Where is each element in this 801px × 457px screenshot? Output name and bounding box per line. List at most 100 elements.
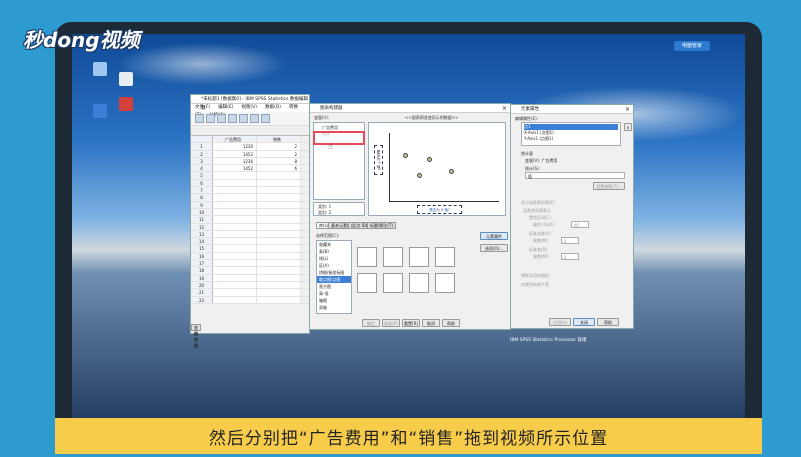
data-cell[interactable] <box>213 274 257 281</box>
data-cell[interactable]: 2 <box>257 150 301 157</box>
desktop-icon-app[interactable] <box>108 97 144 113</box>
data-cell[interactable] <box>257 267 301 274</box>
save-icon[interactable] <box>206 114 215 123</box>
column-header-sales[interactable]: 销售 <box>257 136 301 143</box>
options-button[interactable]: 选项(O)... <box>480 244 508 252</box>
menu-edit[interactable]: 编辑(E) <box>218 105 233 110</box>
data-cell[interactable] <box>213 245 257 252</box>
gallery-thumb-dotplot[interactable] <box>383 273 403 293</box>
chart-canvas[interactable]: 是否为 Y 轴? 是否为 X 轴? <box>368 122 506 216</box>
table-row[interactable]: 1 1230 2 <box>191 143 309 151</box>
close-icon[interactable]: × <box>625 105 630 114</box>
desktop-corner-button[interactable]: 电脑管家 <box>674 41 710 51</box>
table-row[interactable]: 12 <box>191 223 309 231</box>
data-cell[interactable]: 8 <box>257 157 301 165</box>
data-cell[interactable] <box>257 252 301 260</box>
data-cell[interactable] <box>257 201 301 208</box>
level-field[interactable]: 95 <box>571 221 589 228</box>
gallery-type-item[interactable]: 区(A) <box>317 262 351 269</box>
table-row[interactable]: 9 <box>191 201 309 209</box>
data-cell[interactable]: 1230 <box>213 143 257 150</box>
data-cell[interactable] <box>213 223 257 230</box>
table-row[interactable]: 8 <box>191 194 309 202</box>
y-axis-drop-zone[interactable]: 是否为 Y 轴? <box>374 145 383 175</box>
data-cell[interactable] <box>257 238 301 245</box>
data-cell[interactable] <box>213 216 257 223</box>
gallery-type-item[interactable]: 直方图 <box>317 283 351 290</box>
desktop-icon-file[interactable] <box>108 72 144 88</box>
tab-titles-footnotes[interactable]: 标题/脚注(T) <box>367 222 396 229</box>
data-cell[interactable] <box>213 238 257 245</box>
close-icon[interactable]: × <box>502 104 507 113</box>
error-bars-checkbox[interactable]: 显示误差条形图(E) <box>521 200 555 206</box>
x-axis-drop-zone[interactable]: 是否为 X 轴? <box>417 205 462 214</box>
dialog-recall-icon[interactable] <box>228 114 237 123</box>
table-row[interactable]: 13 <box>191 230 309 239</box>
data-cell[interactable] <box>213 230 257 238</box>
data-cell[interactable] <box>257 296 301 303</box>
paste-button[interactable]: 粘贴(P) <box>382 319 400 327</box>
gallery-type-item[interactable]: 收藏夹 <box>317 241 351 248</box>
gallery-thumb-3d-scatter[interactable] <box>409 247 429 267</box>
gallery-thumb-grouped-scatter[interactable] <box>383 247 403 267</box>
open-icon[interactable] <box>195 114 204 123</box>
gallery-type-item[interactable]: 散点图/点图 <box>317 276 351 283</box>
element-properties-button[interactable]: 元素属性 <box>480 232 508 240</box>
table-row[interactable]: 2 1452 2 <box>191 150 309 158</box>
reset-button[interactable]: 重置(R) <box>402 319 420 327</box>
multiplier-field-1[interactable]: 2 <box>561 237 579 244</box>
valid-cases-checkbox[interactable]: 仅使用有效个案 <box>521 282 549 288</box>
table-row[interactable]: 17 <box>191 260 309 268</box>
gallery-type-item[interactable]: 线(L) <box>317 255 351 262</box>
data-cell[interactable] <box>257 187 301 194</box>
apply-button[interactable]: 应用(A) <box>549 318 571 326</box>
data-cell[interactable] <box>257 260 301 267</box>
menu-view[interactable]: 视图(V) <box>241 105 257 110</box>
delete-x-icon[interactable]: × <box>624 123 632 131</box>
data-cell[interactable] <box>213 260 257 267</box>
data-cell[interactable] <box>213 179 257 187</box>
gallery-thumb-summary-point[interactable] <box>435 247 455 267</box>
gallery-thumb-simple-scatter[interactable] <box>357 247 377 267</box>
table-row[interactable]: 4 1452 6 <box>191 165 309 173</box>
table-row[interactable]: 7 <box>191 187 309 195</box>
close-button[interactable]: 关闭 <box>573 318 595 326</box>
data-cell[interactable] <box>257 216 301 223</box>
gallery-thumb-matrix[interactable] <box>409 273 429 293</box>
table-row[interactable]: 22 <box>191 296 309 304</box>
table-row[interactable]: 16 <box>191 252 309 261</box>
table-row[interactable]: 5 <box>191 172 309 180</box>
gallery-type-item[interactable]: 双轴 <box>317 304 351 311</box>
help-button[interactable]: 帮助 <box>442 319 460 327</box>
data-cell[interactable] <box>213 252 257 260</box>
data-cell[interactable] <box>257 281 301 289</box>
table-row[interactable]: 21 <box>191 289 309 297</box>
data-cell[interactable] <box>257 289 301 296</box>
ci-radio[interactable]: 置信区间(C) <box>529 215 551 221</box>
data-cell[interactable]: 1236 <box>213 157 257 165</box>
data-cell[interactable] <box>213 172 257 179</box>
data-cell[interactable] <box>257 223 301 230</box>
data-cell[interactable] <box>257 194 301 201</box>
gallery-type-item[interactable]: 高-低 <box>317 290 351 297</box>
data-cell[interactable] <box>257 274 301 281</box>
set-params-button[interactable]: 设置参数(T)... <box>593 182 625 190</box>
redo-icon[interactable] <box>250 114 259 123</box>
table-row[interactable]: 3 1236 8 <box>191 157 309 166</box>
data-cell[interactable] <box>213 201 257 208</box>
data-cell[interactable] <box>257 172 301 179</box>
ok-button[interactable]: 确定 <box>362 319 380 327</box>
table-row[interactable]: 18 <box>191 267 309 275</box>
sample-random-checkbox[interactable]: 将样本用作随机 <box>521 273 549 279</box>
gallery-type-item[interactable]: 箱图 <box>317 297 351 304</box>
undo-icon[interactable] <box>239 114 248 123</box>
data-cell[interactable]: 1452 <box>213 165 257 172</box>
data-cell[interactable] <box>213 289 257 296</box>
column-header-ad-cost[interactable]: 广告费用 <box>213 136 257 143</box>
data-cell[interactable]: 6 <box>257 165 301 172</box>
filter-item-2[interactable]: 类别: 2 <box>318 210 331 216</box>
prop-list-item-y-axis[interactable]: Y-Axis1 (点图1) <box>524 136 618 142</box>
data-cell[interactable] <box>213 267 257 274</box>
gallery-type-item[interactable]: 饼图/极坐标图 <box>317 269 351 276</box>
gallery-type-item[interactable]: 条(B) <box>317 248 351 255</box>
